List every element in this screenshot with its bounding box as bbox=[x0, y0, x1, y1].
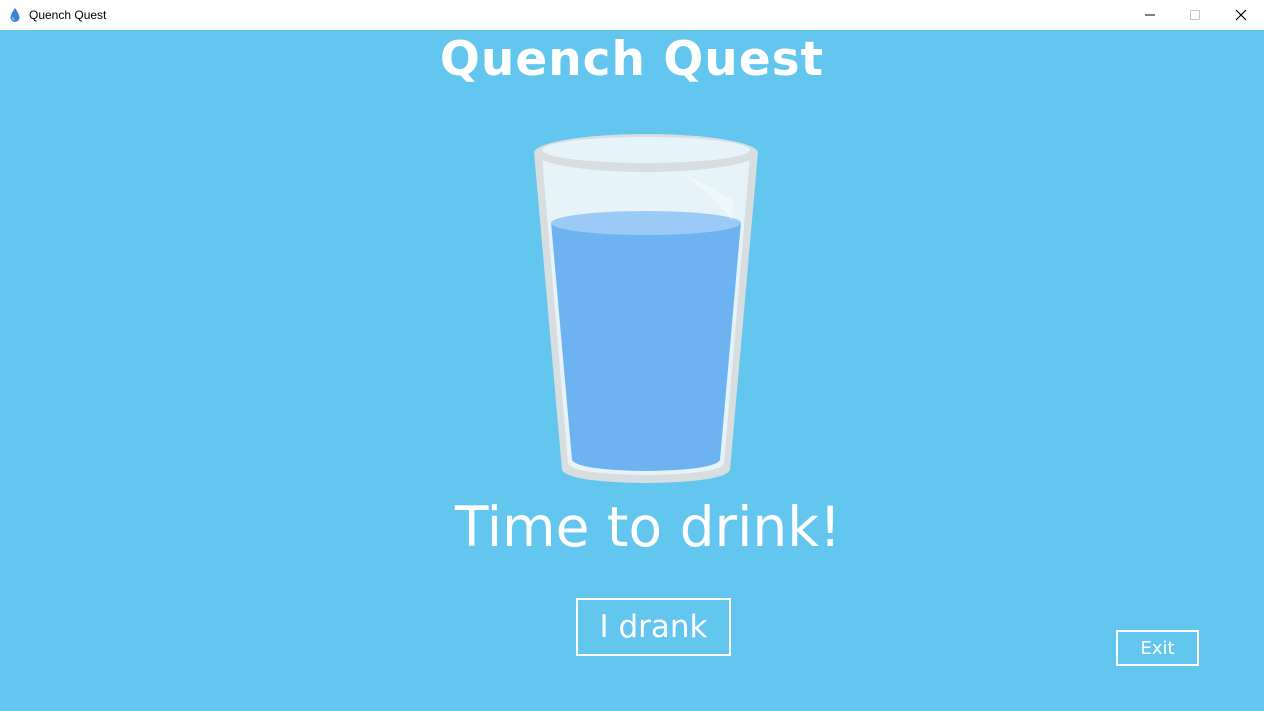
close-button[interactable] bbox=[1218, 0, 1264, 30]
minimize-button[interactable] bbox=[1127, 0, 1173, 30]
water-glass-illustration bbox=[528, 130, 764, 490]
main-content: Quench Quest Time to drink! I drank Exit bbox=[0, 30, 1264, 711]
app-heading: Quench Quest bbox=[439, 32, 825, 87]
exit-button[interactable]: Exit bbox=[1116, 630, 1199, 666]
drink-reminder-message: Time to drink! bbox=[454, 495, 842, 559]
i-drank-button[interactable]: I drank bbox=[576, 598, 731, 656]
close-icon bbox=[1235, 6, 1247, 25]
maximize-button[interactable] bbox=[1172, 0, 1218, 30]
water-drop-icon bbox=[9, 7, 21, 23]
title-bar[interactable]: Quench Quest bbox=[0, 0, 1264, 30]
window-title: Quench Quest bbox=[29, 8, 107, 22]
app-window: Quench Quest Quench Quest Time to drink!… bbox=[0, 0, 1264, 711]
maximize-icon bbox=[1189, 6, 1201, 25]
minimize-icon bbox=[1144, 6, 1156, 25]
